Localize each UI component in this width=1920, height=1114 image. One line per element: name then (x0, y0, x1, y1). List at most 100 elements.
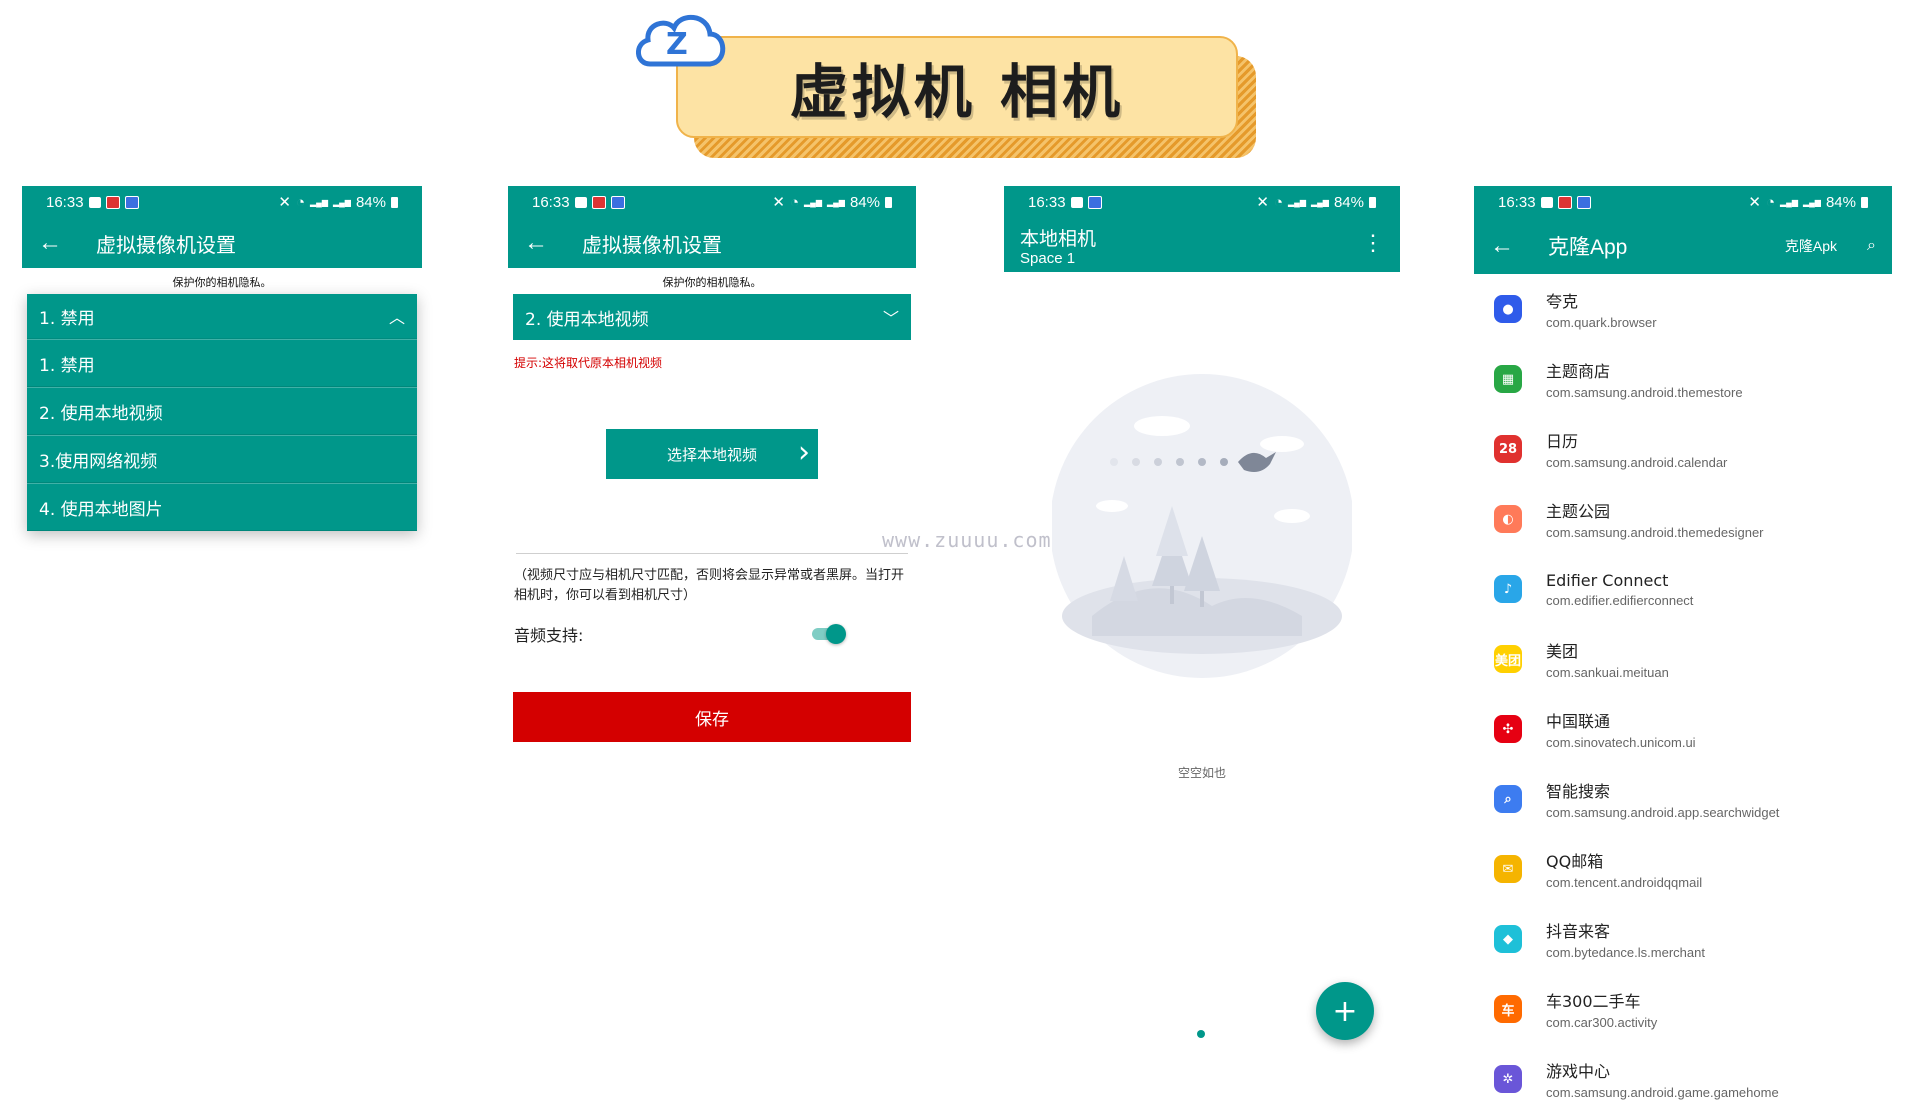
status-time: 16:33 (1498, 193, 1536, 211)
chevron-up-icon: ︿ (388, 308, 405, 327)
app-name: Edifier Connect (1546, 570, 1669, 590)
app-list-item[interactable]: ✉ QQ邮箱 com.tencent.androidqqmail (1474, 834, 1892, 904)
wifi-icon: ◔ (295, 193, 305, 211)
app-list-item[interactable]: ♪ Edifier Connect com.edifier.edifierconne… (1474, 554, 1892, 624)
dropdown-option-network-video[interactable]: 3.使用网络视频 (27, 435, 417, 483)
app-text: 日历 com.samsung.android.calendar (1546, 428, 1727, 470)
toggle-thumb (826, 624, 846, 644)
edifier-icon: ♪ (1494, 575, 1522, 603)
search-icon[interactable]: ⌕ (1867, 237, 1876, 255)
mute-icon: ✕ (1256, 194, 1269, 211)
chevron-down-icon: ﹀ (882, 309, 899, 328)
app-list-item[interactable]: ● 夸克 com.quark.browser (1474, 274, 1892, 344)
back-arrow-icon[interactable]: ← (524, 231, 560, 255)
add-fab-button[interactable]: + (1316, 982, 1374, 1040)
audio-support-toggle[interactable] (810, 624, 846, 644)
app-list-item[interactable]: ⌕ 智能搜索 com.samsung.android.app.searchwidge… (1474, 764, 1892, 834)
app-package: com.samsung.android.app.searchwidget (1546, 805, 1780, 820)
app-package: com.samsung.android.game.gamehome (1546, 1085, 1779, 1100)
toolbar-title: 本地相机 (1020, 229, 1097, 250)
watermark: www.zuuuu.com (882, 528, 1052, 552)
app-text: 夸克 com.quark.browser (1546, 288, 1657, 330)
calendar-icon: 28 (1494, 435, 1522, 463)
wifi-icon: ◔ (1273, 193, 1283, 211)
app-list-item[interactable]: ▦ 主题商店 com.samsung.android.themestore (1474, 344, 1892, 414)
battery-icon (1861, 196, 1868, 208)
toolbar: ← 克隆App 克隆Apk ⌕ (1474, 218, 1892, 274)
app-text: 游戏中心 com.samsung.android.game.gamehome (1546, 1058, 1779, 1100)
clone-apk-button[interactable]: 克隆Apk (1785, 236, 1837, 256)
app-name: 主题公园 (1546, 502, 1611, 521)
battery-icon (391, 196, 398, 208)
unicom-icon: ✣ (1494, 715, 1522, 743)
battery-icon (885, 196, 892, 208)
image-notif-icon (1540, 196, 1553, 208)
quark-icon: ● (1494, 295, 1522, 323)
app-notif-icon (105, 195, 120, 209)
app-package: com.sankuai.meituan (1546, 665, 1669, 680)
mode-dropdown[interactable]: 2. 使用本地视频 ﹀ (513, 294, 911, 340)
meituan-icon: 美团 (1494, 645, 1522, 673)
dropdown-option-local-image[interactable]: 4. 使用本地图片 (27, 483, 417, 531)
toolbar: ← 虚拟摄像机设置 (508, 218, 916, 268)
app-list-item[interactable]: 车 车300二手车 com.car300.activity (1474, 974, 1892, 1044)
app-list-item[interactable]: ◐ 主题公园 com.samsung.android.themedesigner (1474, 484, 1892, 554)
app-list-item[interactable]: ✣ 中国联通 com.sinovatech.unicom.ui (1474, 694, 1892, 764)
dropdown-option-local-video[interactable]: 2. 使用本地视频 (27, 387, 417, 435)
shield-notif-icon (1576, 195, 1591, 209)
app-list-item[interactable]: 美团 美团 com.sankuai.meituan (1474, 624, 1892, 694)
app-package: com.samsung.android.themedesigner (1546, 525, 1764, 540)
app-name: QQ邮箱 (1546, 852, 1604, 871)
app-package: com.bytedance.ls.merchant (1546, 945, 1705, 960)
app-package: com.car300.activity (1546, 1015, 1658, 1030)
app-notif-icon (591, 195, 606, 209)
empty-state-text: 空空如也 (1177, 766, 1226, 780)
save-button[interactable]: 保存 (513, 692, 911, 742)
app-name: 游戏中心 (1546, 1062, 1611, 1081)
toolbar: ← 虚拟摄像机设置 (22, 218, 422, 268)
app-list-item[interactable]: 28 日历 com.samsung.android.calendar (1474, 414, 1892, 484)
signal-icon: ▂▄▆ (1780, 197, 1798, 207)
wifi-icon: ◔ (789, 193, 799, 211)
app-name: 夸克 (1546, 292, 1579, 311)
mute-icon: ✕ (278, 194, 291, 211)
audio-support-label: 音频支持: (514, 626, 584, 645)
dropdown-option-disable[interactable]: 1. 禁用 (27, 339, 417, 387)
app-text: 主题商店 com.samsung.android.themestore (1546, 358, 1743, 400)
shield-notif-icon (610, 195, 625, 209)
mute-icon: ✕ (772, 194, 785, 211)
app-package: com.sinovatech.unicom.ui (1546, 735, 1696, 750)
app-list-item[interactable]: ✲ 游戏中心 com.samsung.android.game.gamehome (1474, 1044, 1892, 1114)
screen-local-camera: 16:33 ✕ ◔ ▂▄▆ ▂▄▆ 84% 本地相机 Space 1 ⋮ 空空如… (1004, 186, 1400, 1080)
app-list: ● 夸克 com.quark.browser ▦ 主题商店 com.samsung.and… (1474, 274, 1892, 1114)
app-package: com.samsung.android.calendar (1546, 455, 1728, 470)
app-name: 日历 (1546, 432, 1579, 451)
app-text: 美团 com.sankuai.meituan (1546, 638, 1669, 680)
status-bar: 16:33 ✕ ◔ ▂▄▆ ▂▄▆ 84% (22, 186, 422, 218)
app-notif-icon (1557, 195, 1572, 209)
signal2-icon: ▂▄▆ (332, 197, 351, 207)
more-vert-icon[interactable]: ⋮ (1362, 230, 1384, 256)
audio-support-row: 音频支持: (514, 622, 846, 646)
shield-notif-icon (1087, 195, 1102, 209)
toolbar-title: 虚拟摄像机设置 (96, 234, 236, 257)
signal-icon: ▂▄▆ (804, 197, 822, 207)
mode-dropdown-open[interactable]: 1. 禁用 ︿ 1. 禁用 2. 使用本地视频 3.使用网络视频 4. 使用本地… (27, 294, 417, 531)
back-arrow-icon[interactable]: ← (1490, 234, 1526, 258)
app-package: com.quark.browser (1546, 315, 1657, 330)
app-text: 主题公园 com.samsung.android.themedesigner (1546, 498, 1764, 540)
divider (516, 553, 908, 554)
select-local-video-button[interactable]: 选择本地视频 › (606, 429, 818, 479)
app-list-item[interactable]: ◆ 抖音来客 com.bytedance.ls.merchant (1474, 904, 1892, 974)
signal-icon: ▂▄▆ (1288, 197, 1306, 207)
qqmail-icon: ✉ (1494, 855, 1522, 883)
car300-icon: 车 (1494, 995, 1522, 1023)
back-arrow-icon[interactable]: ← (38, 231, 74, 255)
app-package: com.samsung.android.themestore (1546, 385, 1743, 400)
app-name: 美团 (1546, 642, 1579, 661)
app-text: 车300二手车 com.car300.activity (1546, 988, 1657, 1030)
dropdown-selected[interactable]: 1. 禁用 ︿ (27, 294, 417, 339)
app-name: 抖音来客 (1546, 922, 1611, 941)
screen-virtual-camera-dropdown-open: 16:33 ✕ ◔ ▂▄▆ ▂▄▆ 84% ← 虚拟摄像机设置 保护你的相机隐私… (22, 186, 422, 531)
app-package: com.edifier.edifierconnect (1546, 592, 1694, 608)
